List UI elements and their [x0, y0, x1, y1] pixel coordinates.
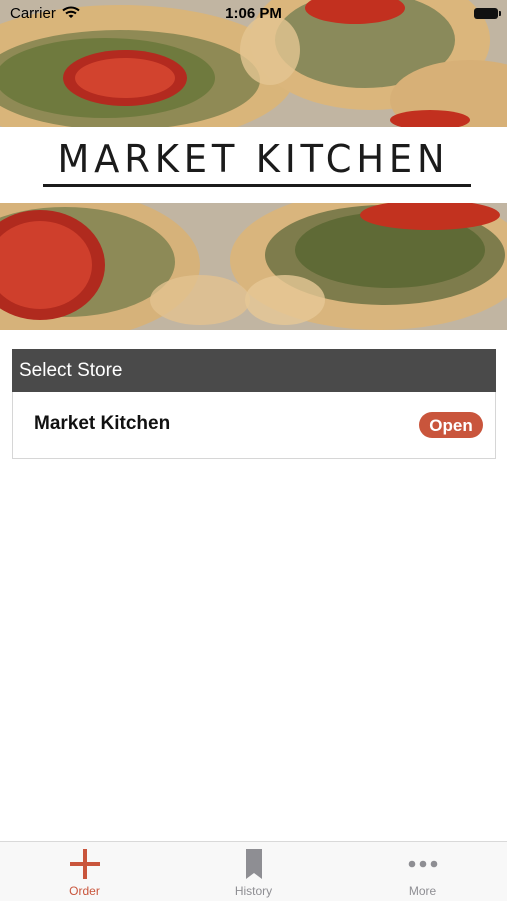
- store-row-market-kitchen[interactable]: Market Kitchen Open: [12, 392, 496, 459]
- plus-icon: [0, 848, 169, 880]
- tab-order[interactable]: Order: [0, 842, 169, 901]
- store-name: Market Kitchen: [34, 413, 171, 434]
- tab-more[interactable]: More: [338, 842, 507, 901]
- select-store-title: Select Store: [19, 360, 123, 381]
- brand-logo: MARKET KITCHEN: [57, 137, 450, 181]
- tab-order-label: Order: [69, 884, 100, 898]
- more-dots-icon: [338, 848, 507, 880]
- tab-history-label: History: [234, 884, 273, 898]
- status-bar: Carrier 1:06 PM: [0, 0, 507, 28]
- bookmark-icon: [169, 848, 338, 880]
- status-time: 1:06 PM: [225, 5, 282, 22]
- battery-icon: [474, 8, 501, 19]
- tab-more-label: More: [408, 884, 437, 898]
- store-status-badge: Open: [419, 412, 483, 438]
- hero-banner: MARKET KITCHEN: [0, 0, 507, 330]
- logo-underline: [43, 184, 471, 187]
- select-store-header: Select Store: [12, 349, 496, 392]
- tab-history[interactable]: History: [169, 842, 338, 901]
- tab-bar: Order History More: [0, 841, 507, 901]
